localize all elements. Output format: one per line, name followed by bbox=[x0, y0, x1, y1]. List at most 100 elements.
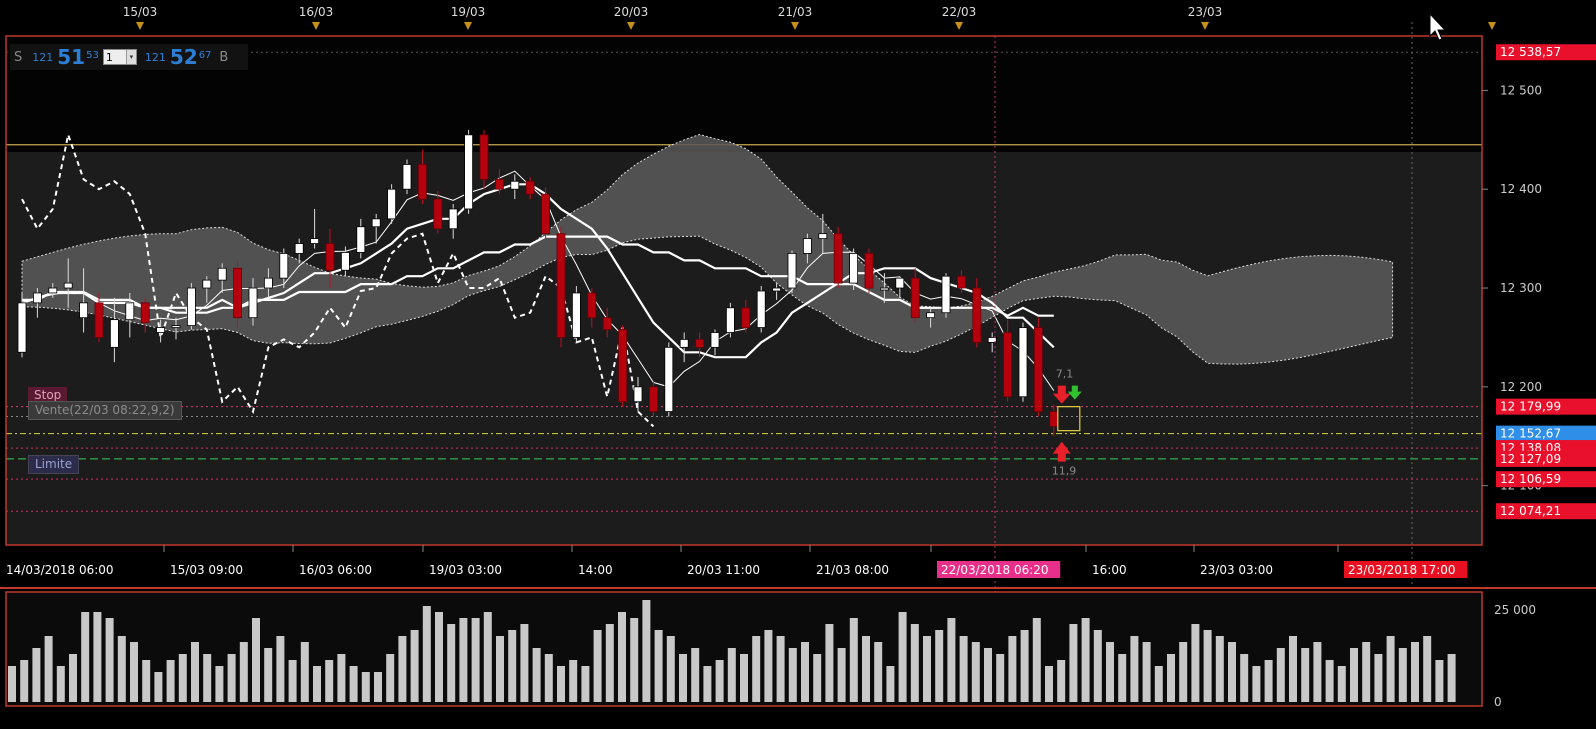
annotation-lower: 11,9 bbox=[1052, 465, 1077, 478]
volume-bar bbox=[117, 636, 126, 702]
limit-order-tag[interactable]: Limite bbox=[28, 455, 80, 474]
volume-bar bbox=[1008, 636, 1017, 702]
candle-body bbox=[63, 282, 73, 289]
price-axis: 12 50012 40012 30012 20012 10012 538,571… bbox=[1482, 36, 1596, 545]
volume-bar bbox=[215, 666, 224, 702]
candle-body bbox=[679, 339, 689, 348]
price-tick-label: 12 400 bbox=[1500, 182, 1542, 196]
volume-bar bbox=[154, 672, 163, 702]
candle-body bbox=[726, 307, 735, 333]
volume-bar bbox=[276, 636, 285, 702]
volume-bar bbox=[1057, 660, 1066, 702]
top-date-label: 16/03 bbox=[299, 5, 334, 19]
buy-price-button[interactable]: 5267 bbox=[170, 45, 212, 69]
volume-bar bbox=[227, 654, 236, 702]
candle-body bbox=[371, 218, 381, 228]
volume-bar bbox=[337, 654, 346, 702]
volume-bar bbox=[386, 654, 395, 702]
volume-bar bbox=[727, 648, 736, 702]
volume-bar bbox=[1167, 654, 1175, 702]
volume-bar bbox=[1142, 642, 1151, 702]
volume-bar bbox=[142, 660, 151, 702]
volume-bar bbox=[984, 648, 992, 702]
volume-bar bbox=[910, 624, 919, 702]
trading-chart[interactable]: 15/03 16/03 19/03 20/03 21/03 22/03 23/03 7,1 1… bbox=[0, 0, 1596, 729]
candle-body bbox=[479, 134, 489, 180]
candle-body bbox=[248, 287, 258, 319]
volume-bar bbox=[191, 642, 199, 702]
candle-body bbox=[1049, 411, 1059, 427]
candle-body bbox=[957, 275, 966, 289]
candle-body bbox=[94, 302, 104, 338]
candle-body bbox=[417, 164, 427, 200]
volume-bar bbox=[947, 618, 956, 702]
volume-bar bbox=[849, 618, 858, 702]
sell-price-button[interactable]: 5153 bbox=[57, 45, 99, 69]
candle-body bbox=[125, 302, 135, 321]
volume-bar bbox=[166, 660, 175, 702]
candle-body bbox=[941, 275, 951, 314]
sell-price-main[interactable]: 51 bbox=[57, 45, 85, 69]
volume-tick-label: 0 bbox=[1494, 695, 1502, 709]
volume-bar bbox=[1313, 642, 1322, 702]
candle-body bbox=[741, 307, 751, 328]
buy-price-decimals[interactable]: 67 bbox=[199, 50, 212, 61]
quantity-stepper[interactable]: 1 ▾ bbox=[102, 49, 137, 65]
chevron-down-icon[interactable]: ▾ bbox=[125, 50, 136, 64]
volume-bar bbox=[1264, 660, 1273, 702]
buy-price-main[interactable]: 52 bbox=[170, 45, 198, 69]
volume-bar bbox=[361, 672, 370, 702]
buy-label[interactable]: B bbox=[215, 50, 230, 65]
candle-body bbox=[202, 279, 212, 289]
volume-bar bbox=[959, 636, 968, 702]
quick-trade-panel: S 121 5153 1 ▾ 121 5267 B bbox=[10, 44, 248, 70]
time-label: 23/03 03:00 bbox=[1200, 563, 1273, 577]
candle-body bbox=[880, 287, 889, 291]
candle-body bbox=[1003, 332, 1012, 398]
volume-bar bbox=[1423, 636, 1432, 702]
volume-bar bbox=[813, 654, 822, 702]
volume-bar bbox=[288, 660, 297, 702]
candle-body bbox=[263, 277, 273, 289]
candle-body bbox=[525, 180, 535, 195]
candle-body bbox=[818, 233, 828, 240]
volume-bar bbox=[447, 624, 456, 702]
volume-bar bbox=[923, 636, 931, 702]
volume-bar bbox=[788, 648, 797, 702]
candle-body bbox=[140, 302, 150, 324]
volume-bar bbox=[691, 648, 700, 702]
volume-bar bbox=[715, 660, 724, 702]
candle-body bbox=[294, 243, 304, 254]
volume-bar bbox=[825, 624, 834, 702]
sell-price-decimals[interactable]: 53 bbox=[86, 50, 99, 61]
candle-body bbox=[926, 312, 935, 319]
sell-label[interactable]: S bbox=[10, 50, 24, 65]
volume-bar bbox=[764, 630, 773, 702]
quantity-value[interactable]: 1 bbox=[106, 51, 113, 64]
volume-bar bbox=[422, 606, 431, 702]
volume-bar bbox=[496, 636, 504, 702]
candle-body bbox=[572, 292, 581, 338]
volume-bar bbox=[1215, 636, 1224, 702]
volume-bar bbox=[557, 666, 565, 702]
volume-bar bbox=[593, 630, 602, 702]
buy-price-prefix[interactable]: 121 bbox=[145, 51, 166, 64]
volume-bar bbox=[1020, 630, 1029, 702]
sell-price-prefix[interactable]: 121 bbox=[32, 51, 53, 64]
candle-body bbox=[17, 302, 27, 353]
volume-bar bbox=[1398, 648, 1407, 702]
volume-bar bbox=[471, 618, 480, 702]
time-label: 14:00 bbox=[578, 563, 613, 577]
candle-body bbox=[494, 178, 504, 190]
sell-order-tag[interactable]: Vente(22/03 08:22,9,2) bbox=[28, 401, 182, 420]
candle-body bbox=[541, 193, 550, 235]
volume-bar bbox=[44, 636, 53, 702]
candle-body bbox=[787, 253, 797, 289]
candle-body bbox=[556, 233, 566, 338]
candle-body bbox=[849, 253, 858, 284]
candle-body bbox=[464, 134, 474, 210]
volume-bar bbox=[300, 642, 309, 702]
price-highlight-label: 12 074,21 bbox=[1500, 504, 1561, 518]
volume-bar bbox=[264, 648, 273, 702]
volume-bar bbox=[252, 618, 260, 702]
